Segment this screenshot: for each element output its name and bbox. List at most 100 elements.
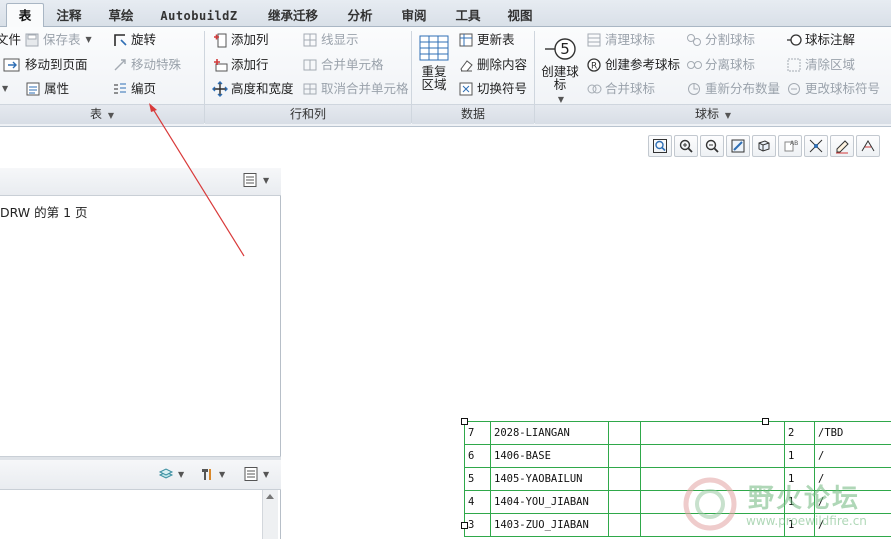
chevron-down-icon: ▼ [263,469,270,479]
empty-cell[interactable] [608,490,641,514]
row-index-cell[interactable]: 4 [464,490,491,514]
save-table-button[interactable]: 保存表 ▼ [24,30,92,50]
split-balloons-button[interactable]: 分割球标 [686,30,755,50]
refit-icon[interactable] [648,135,672,157]
layer-display-button[interactable]: ▼ [158,466,184,482]
row-index-cell[interactable]: 5 [464,467,491,491]
properties-button[interactable]: ▼ 属性 [0,79,69,99]
file-button[interactable]: 文件 [0,30,21,50]
part-name-cell[interactable]: 1405-YAOBAILUN [490,467,609,491]
tab-annotate[interactable]: 注释 [48,6,90,27]
tab-sketch[interactable]: 草绘 [100,6,142,27]
tab-analysis[interactable]: 分析 [338,6,382,27]
part-name-cell[interactable]: 1403-ZUO_JIABAN [490,513,609,537]
selection-handle[interactable] [461,522,468,529]
row-index-cell[interactable]: 6 [464,444,491,468]
layers-icon [158,466,174,482]
move-to-page-button[interactable]: 移动到页面 [0,55,88,75]
unmerge-cells-button[interactable]: 取消合并单元格 [302,79,409,99]
repeat-region-button[interactable]: 重复区域 [416,33,452,91]
clear-area-button[interactable]: 清除区域 [786,55,855,75]
tab-table[interactable]: 表 [6,3,44,28]
selection-handle[interactable] [461,418,468,425]
paginate-label: 编页 [131,81,157,96]
empty-cell[interactable] [640,444,785,468]
datum-display-icon[interactable] [804,135,828,157]
repeat-region-label: 重复区域 [421,64,447,92]
repeat-region-icon [418,33,450,63]
move-to-page-icon [0,57,22,73]
repaint-icon[interactable] [726,135,750,157]
part-name-cell[interactable]: 1404-YOU_JIABAN [490,490,609,514]
delete-content-button[interactable]: 删除内容 [458,55,527,75]
line-display-button[interactable]: 线显示 [302,30,359,50]
tab-legacy-migration[interactable]: 继承迁移 [256,6,330,27]
update-table-button[interactable]: 更新表 [458,30,515,50]
add-column-button[interactable]: 添加列 [212,30,269,50]
reference-balloon-icon: R [586,57,602,73]
balloon-group-footer[interactable]: 球标 ▼ [535,104,891,124]
list-icon [243,466,259,482]
saved-views-icon[interactable]: AB [778,135,802,157]
clear-area-label: 清除区域 [805,57,856,72]
tab-tools[interactable]: 工具 [446,6,490,27]
watermark-title: 野火论坛 [748,484,861,514]
list-icon [242,172,258,188]
save-table-icon [24,32,40,48]
merge-balloons-button[interactable]: 合并球标 [586,79,655,99]
table-group-footer[interactable]: 表 ▼ [0,104,204,124]
tab-autobuildz[interactable]: AutobuildZ [152,6,246,27]
part-name-cell[interactable]: 2028-LIANGAN [490,421,609,445]
rows-cols-group-footer: 行和列 [205,104,411,124]
zoom-out-icon[interactable] [700,135,724,157]
rotate-button[interactable]: 旋转 [112,30,156,50]
clean-balloons-button[interactable]: 清理球标 [586,30,655,50]
show-options-button[interactable]: ▼ [243,466,269,482]
zoom-in-icon[interactable] [674,135,698,157]
detach-balloons-button[interactable]: 分离球标 [686,55,755,75]
page-item[interactable]: DRW 的第 1 页 [0,202,88,221]
scroll-up-arrow[interactable] [266,494,274,499]
clean-balloons-icon [586,32,602,48]
empty-cell[interactable] [608,467,641,491]
empty-cell[interactable] [608,513,641,537]
model-tree-panel: ▼ DRW 的第 1 页 ▼ ▼ ▼ [0,168,281,539]
sketch-display-icon[interactable] [856,135,880,157]
quantity-cell[interactable]: 1 [784,444,815,468]
table-row[interactable]: 7 2028-LIANGAN 2/TBD [464,421,891,445]
switch-symbol-button[interactable]: 切换符号 [458,79,527,99]
note-cell[interactable]: / [814,444,891,468]
selection-handle[interactable] [762,418,769,425]
add-row-button[interactable]: 添加行 [212,55,269,75]
display-style-icon[interactable] [752,135,776,157]
height-width-button[interactable]: 高度和宽度 [212,79,294,99]
annotation-display-icon[interactable] [830,135,854,157]
row-index-cell[interactable]: 3 [464,513,491,537]
row-index-cell[interactable]: 7 [464,421,491,445]
paginate-button[interactable]: 编页 [112,79,156,99]
move-special-button[interactable]: 移动特殊 [112,55,181,75]
empty-cell[interactable] [608,444,641,468]
clean-balloons-label: 清理球标 [605,32,656,47]
graphics-toolbar: AB [648,135,891,159]
vertical-scrollbar[interactable] [262,490,278,539]
redistribute-button[interactable]: 重新分布数量 [686,79,780,99]
balloon-note-button[interactable]: 球标注解 [786,30,855,50]
chevron-down-icon: ▼ [178,469,185,479]
tab-review[interactable]: 审阅 [392,6,436,27]
part-name-cell[interactable]: 1406-BASE [490,444,609,468]
properties-label: 属性 [44,81,70,96]
note-cell[interactable]: /TBD [814,421,891,445]
table-row[interactable]: 6 1406-BASE 1/ [464,444,891,468]
quantity-cell[interactable]: 2 [784,421,815,445]
create-ref-balloon-button[interactable]: R 创建参考球标 [586,55,680,75]
change-balloon-symbol-button[interactable]: 更改球标符号 [786,79,880,99]
empty-cell[interactable] [608,421,641,445]
create-balloon-button[interactable]: 5 创建球标 ▼ [539,35,581,106]
split-balloons-label: 分割球标 [705,32,756,47]
tab-view[interactable]: 视图 [498,6,542,27]
tree-settings-button[interactable]: ▼ [242,172,269,188]
merge-cells-button[interactable]: 合并单元格 [302,55,384,75]
tools-button[interactable]: ▼ [199,466,225,482]
detach-balloons-icon [686,57,702,73]
